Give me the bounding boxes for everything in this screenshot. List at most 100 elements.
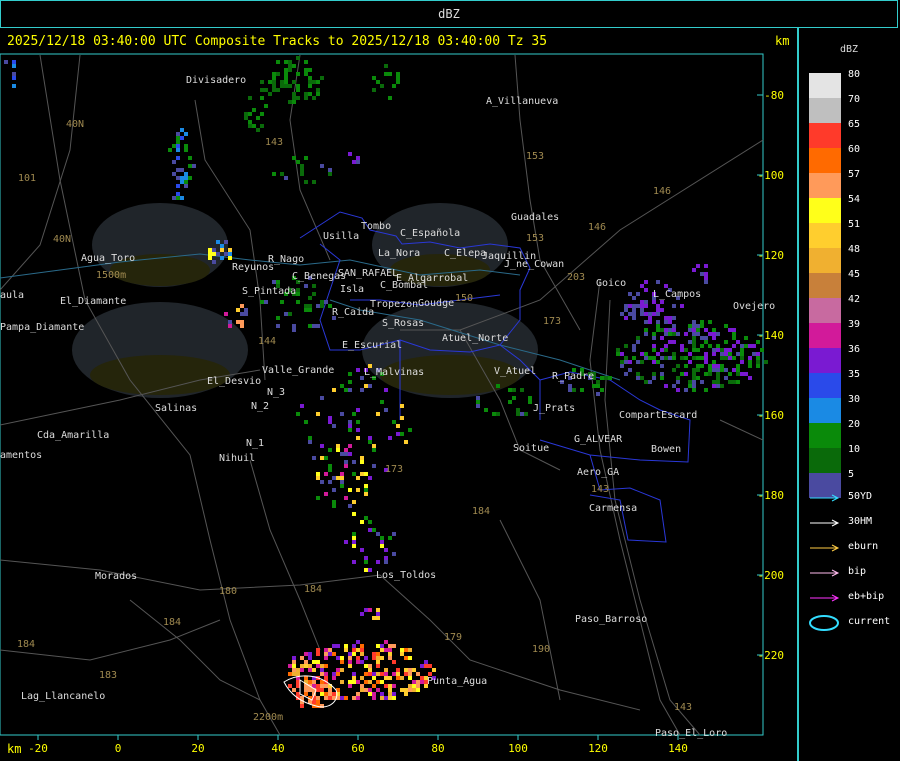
place-label: L_Malvinas bbox=[364, 367, 424, 378]
radar-pixel bbox=[728, 352, 732, 356]
radar-pixel bbox=[368, 476, 372, 480]
radar-pixel bbox=[12, 60, 16, 64]
radar-pixel bbox=[668, 320, 672, 324]
radar-pixel bbox=[396, 668, 400, 672]
radar-pixel bbox=[720, 348, 724, 352]
radar-pixel bbox=[380, 644, 384, 648]
radar-pixel bbox=[496, 412, 500, 416]
radar-pixel bbox=[312, 324, 316, 328]
radar-pixel bbox=[352, 648, 356, 652]
radar-pixel bbox=[268, 80, 272, 84]
radar-pixel bbox=[324, 684, 328, 688]
radar-pixel bbox=[628, 312, 632, 316]
radar-pixel bbox=[308, 436, 312, 440]
radar-pixel bbox=[716, 368, 720, 372]
place-label: Tombo bbox=[361, 221, 391, 232]
radar-pixel bbox=[276, 280, 280, 284]
radar-pixel bbox=[348, 444, 352, 448]
y-tick-label: -200 bbox=[758, 569, 785, 582]
radar-pixel bbox=[740, 372, 744, 376]
radar-pixel bbox=[304, 688, 308, 692]
radar-pixel bbox=[652, 348, 656, 352]
radar-map[interactable]: Divisadero A_Villanueva Guadales TomboUsill… bbox=[0, 0, 798, 761]
radar-pixel bbox=[756, 364, 760, 368]
radar-pixel bbox=[388, 436, 392, 440]
radar-pixel bbox=[308, 324, 312, 328]
radar-pixel bbox=[208, 248, 212, 252]
road-number: 184 bbox=[304, 584, 322, 595]
radar-pixel bbox=[396, 432, 400, 436]
radar-pixel bbox=[312, 660, 316, 664]
legend-swatch bbox=[809, 373, 841, 398]
radar-pixel bbox=[712, 328, 716, 332]
radar-pixel bbox=[300, 164, 304, 168]
radar-pixel bbox=[376, 80, 380, 84]
radar-pixel bbox=[316, 80, 320, 84]
radar-pixel bbox=[704, 272, 708, 276]
radar-pixel bbox=[692, 348, 696, 352]
radar-pixel bbox=[568, 384, 572, 388]
radar-pixel bbox=[404, 672, 408, 676]
radar-pixel bbox=[660, 372, 664, 376]
radar-pixel bbox=[312, 80, 316, 84]
radar-pixel bbox=[344, 460, 348, 464]
radar-pixel bbox=[644, 352, 648, 356]
radar-pixel bbox=[676, 376, 680, 380]
radar-pixel bbox=[632, 312, 636, 316]
radar-pixel bbox=[640, 376, 644, 380]
radar-pixel bbox=[352, 472, 356, 476]
radar-pixel bbox=[292, 688, 296, 692]
radar-pixel bbox=[184, 180, 188, 184]
radar-pixel bbox=[272, 84, 276, 88]
radar-pixel bbox=[380, 400, 384, 404]
radar-pixel bbox=[348, 684, 352, 688]
radar-pixel bbox=[324, 664, 328, 668]
place-label: N_1 bbox=[246, 438, 264, 449]
radar-pixel bbox=[364, 492, 368, 496]
radar-pixel bbox=[412, 688, 416, 692]
radar-pixel bbox=[652, 360, 656, 364]
legend-swatch bbox=[809, 423, 841, 448]
radar-pixel bbox=[344, 496, 348, 500]
place-label: Punta_Agua bbox=[427, 676, 487, 687]
road-number: 40N bbox=[53, 234, 71, 245]
radar-pixel bbox=[636, 372, 640, 376]
radar-pixel bbox=[248, 124, 252, 128]
radar-pixel bbox=[648, 380, 652, 384]
radar-pixel bbox=[356, 408, 360, 412]
radar-pixel bbox=[700, 320, 704, 324]
radar-pixel bbox=[388, 696, 392, 700]
radar-pixel bbox=[728, 356, 732, 360]
place-label: C_Bombal bbox=[380, 280, 428, 291]
radar-pixel bbox=[688, 360, 692, 364]
radar-pixel bbox=[280, 80, 284, 84]
radar-pixel bbox=[308, 84, 312, 88]
radar-pixel bbox=[312, 456, 316, 460]
radar-pixel bbox=[476, 404, 480, 408]
radar-pixel bbox=[424, 660, 428, 664]
radar-pixel bbox=[512, 388, 516, 392]
place-label: Ovejero bbox=[733, 301, 775, 312]
road-number: 143 bbox=[265, 137, 283, 148]
place-label: SAN_RAFAEL bbox=[338, 268, 398, 279]
radar-pixel bbox=[644, 304, 648, 308]
radar-pixel bbox=[396, 672, 400, 676]
radar-pixel bbox=[416, 672, 420, 676]
radar-pixel bbox=[296, 680, 300, 684]
radar-pixel bbox=[660, 328, 664, 332]
radar-pixel bbox=[508, 400, 512, 404]
radar-pixel bbox=[408, 676, 412, 680]
radar-pixel bbox=[328, 652, 332, 656]
radar-pixel bbox=[332, 388, 336, 392]
radar-pixel bbox=[296, 88, 300, 92]
radar-pixel bbox=[636, 340, 640, 344]
radar-pixel bbox=[716, 344, 720, 348]
radar-pixel bbox=[716, 348, 720, 352]
radar-pixel bbox=[736, 368, 740, 372]
radar-pixel bbox=[704, 360, 708, 364]
radar-pixel bbox=[316, 660, 320, 664]
radar-pixel bbox=[416, 688, 420, 692]
radar-pixel bbox=[300, 172, 304, 176]
radar-pixel bbox=[12, 76, 16, 80]
radar-pixel bbox=[736, 364, 740, 368]
